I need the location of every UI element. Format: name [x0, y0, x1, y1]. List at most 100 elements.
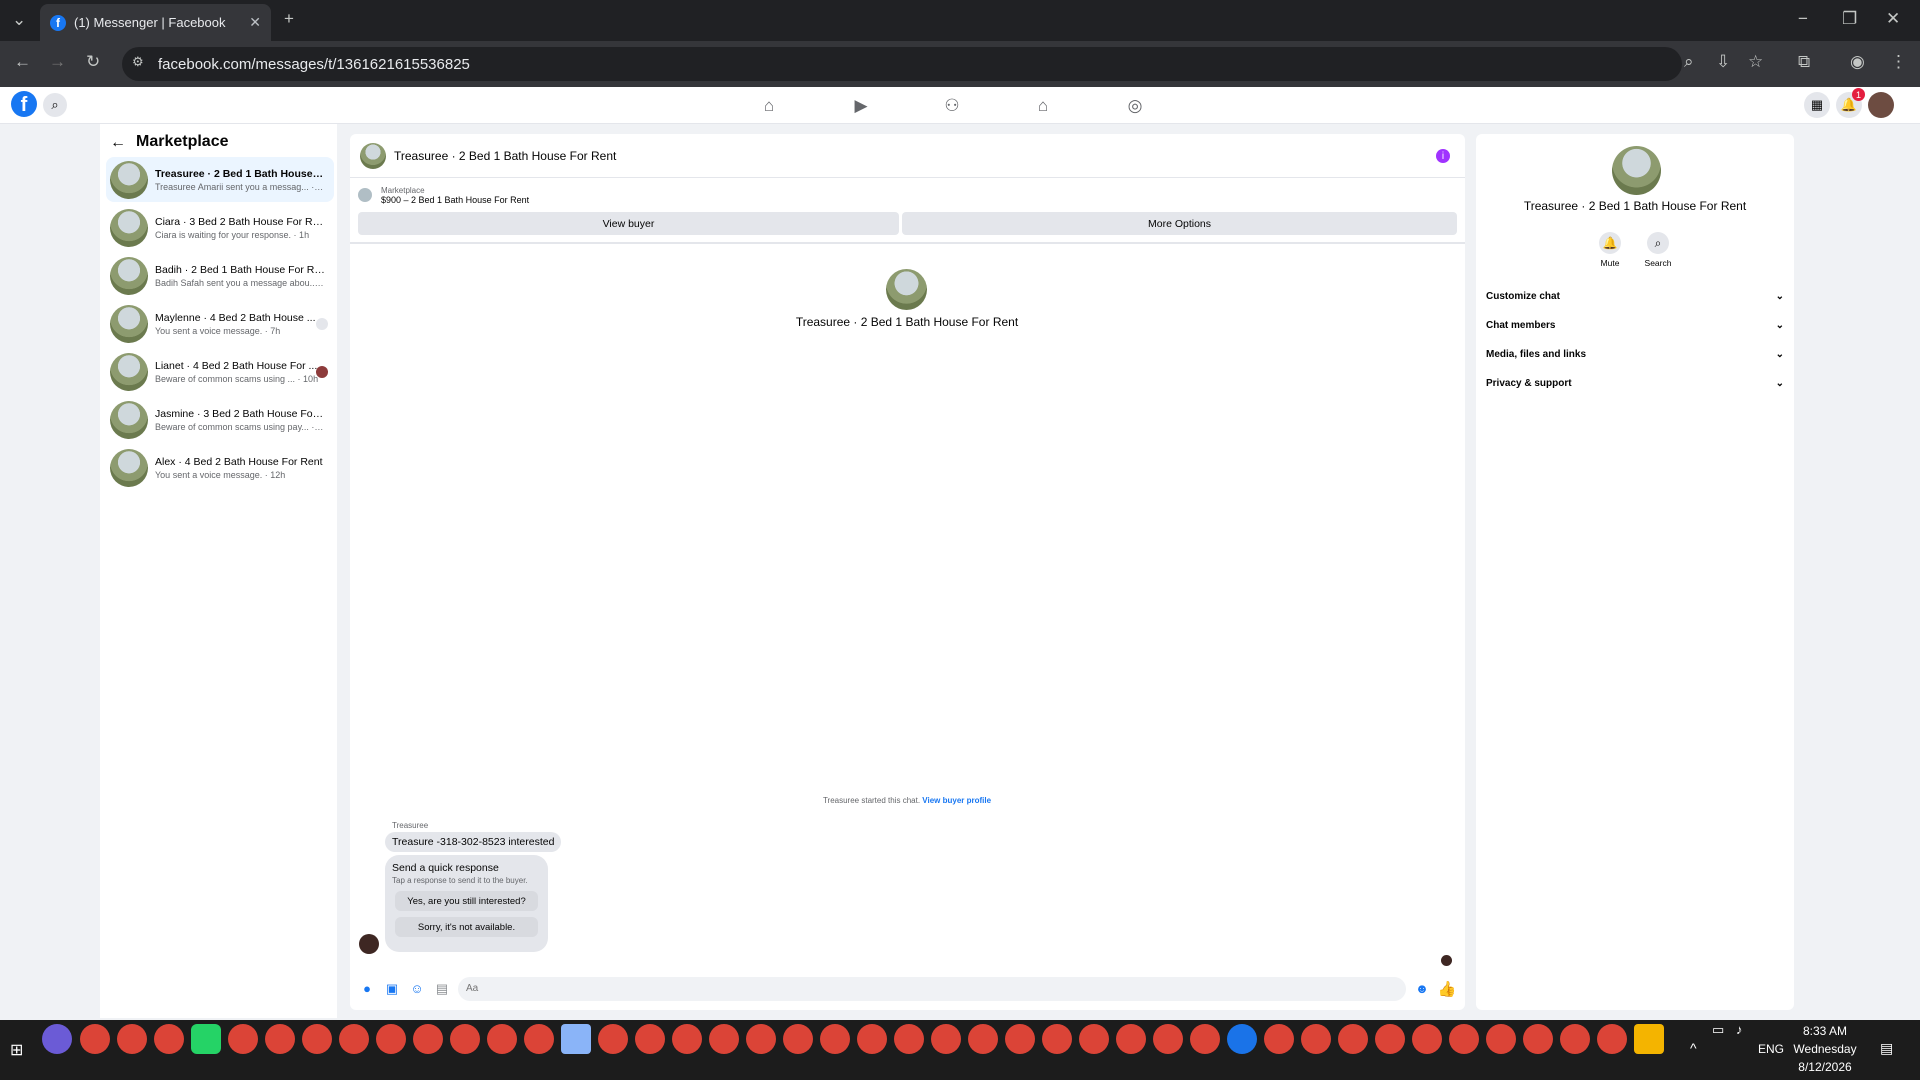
conversation-item-ciara[interactable]: Ciara · 3 Bed 2 Bath House For Rent Ciar… [106, 205, 334, 250]
zoom-icon[interactable]: ⌕ [1684, 52, 1694, 72]
friends-icon[interactable]: ⚇ [940, 94, 964, 118]
chrome-taskbar-icon[interactable] [1264, 1024, 1294, 1054]
chrome-taskbar-icon[interactable] [1005, 1024, 1035, 1054]
like-thumb-icon[interactable]: 👍 [1438, 981, 1457, 998]
gif-icon[interactable]: ▤ [434, 981, 450, 997]
chrome-taskbar-icon[interactable] [783, 1024, 813, 1054]
file-explorer-icon[interactable] [1634, 1024, 1664, 1054]
chrome-taskbar-icon[interactable] [746, 1024, 776, 1054]
chrome-taskbar-icon[interactable] [635, 1024, 665, 1054]
marketplace-listing-strip[interactable]: Marketplace $900 – 2 Bed 1 Bath House Fo… [358, 182, 1458, 208]
conversation-item-alex[interactable]: Alex · 4 Bed 2 Bath House For Rent You s… [106, 445, 334, 490]
chrome-taskbar-icon[interactable] [1523, 1024, 1553, 1054]
windows-start-icon[interactable]: ⊞ [10, 1040, 28, 1059]
chrome-taskbar-icon[interactable] [524, 1024, 554, 1054]
chrome-taskbar-icon[interactable] [1338, 1024, 1368, 1054]
copilot-icon[interactable] [42, 1024, 72, 1054]
mute-bell-icon[interactable]: 🔔 [1599, 232, 1621, 254]
tab-search-icon[interactable]: ⌄ [12, 10, 26, 30]
chrome-taskbar-icon[interactable] [228, 1024, 258, 1054]
close-tab-icon[interactable]: ✕ [249, 14, 261, 31]
photo-icon[interactable]: ▣ [384, 981, 400, 997]
browser-tab[interactable]: f (1) Messenger | Facebook ✕ [40, 4, 271, 41]
chat-members-section[interactable]: Chat members ⌄ [1484, 316, 1786, 334]
chrome-taskbar-icon[interactable] [857, 1024, 887, 1054]
microphone-icon[interactable]: ● [359, 981, 375, 997]
reload-icon[interactable]: ↻ [86, 52, 100, 72]
back-icon[interactable]: ← [14, 52, 31, 72]
chrome-taskbar-icon[interactable] [1116, 1024, 1146, 1054]
home-icon[interactable]: ⌂ [757, 94, 781, 118]
view-buyer-button[interactable]: View buyer [358, 212, 899, 235]
chrome-taskbar-icon[interactable] [302, 1024, 332, 1054]
chrome-taskbar-icon[interactable] [931, 1024, 961, 1054]
conversation-item-maylenne[interactable]: Maylenne · 4 Bed 2 Bath House ... You se… [106, 301, 334, 346]
back-arrow-icon[interactable]: ← [110, 134, 126, 152]
chrome-taskbar-icon[interactable] [1190, 1024, 1220, 1054]
quick-response-sorry-button[interactable]: Sorry, it's not available. [395, 917, 538, 937]
chrome-taskbar-icon[interactable] [1042, 1024, 1072, 1054]
conversation-item-badih[interactable]: Badih · 2 Bed 1 Bath House For Rent Badi… [106, 253, 334, 298]
chrome-taskbar-icon[interactable] [154, 1024, 184, 1054]
clock-day[interactable]: Wednesday [1790, 1042, 1860, 1056]
chrome-taskbar-icon[interactable] [339, 1024, 369, 1054]
chrome-taskbar-icon[interactable] [1079, 1024, 1109, 1054]
new-tab-icon[interactable]: + [284, 9, 294, 29]
chrome-taskbar-icon[interactable] [80, 1024, 110, 1054]
site-info-icon[interactable]: ⚙ [132, 54, 144, 70]
chrome-taskbar-icon[interactable] [1597, 1024, 1627, 1054]
profile-icon[interactable]: ◉ [1850, 52, 1865, 72]
chrome-taskbar-icon[interactable] [450, 1024, 480, 1054]
forward-icon[interactable]: → [49, 52, 66, 72]
chrome-taskbar-icon[interactable] [487, 1024, 517, 1054]
window-close-icon[interactable]: ✕ [1886, 9, 1900, 29]
conversation-item-treasuree[interactable]: Treasuree · 2 Bed 1 Bath House For... Tr… [106, 157, 334, 202]
edge-icon[interactable] [1227, 1024, 1257, 1054]
menu-grid-icon[interactable]: ▦ [1804, 92, 1830, 118]
video-icon[interactable]: ▶ [849, 94, 873, 118]
clock-time[interactable]: 8:33 AM [1790, 1024, 1860, 1038]
show-hidden-icons-icon[interactable]: ^ [1690, 1040, 1697, 1056]
groups-icon[interactable]: ◎ [1123, 94, 1147, 118]
volume-icon[interactable]: ♪ [1736, 1022, 1743, 1037]
notepad-icon[interactable] [561, 1024, 591, 1054]
clock-date[interactable]: 8/12/2026 [1790, 1060, 1860, 1074]
chrome-taskbar-icon[interactable] [1560, 1024, 1590, 1054]
quick-response-yes-button[interactable]: Yes, are you still interested? [395, 891, 538, 911]
media-files-links-section[interactable]: Media, files and links ⌄ [1484, 345, 1786, 363]
conversation-item-jasmine[interactable]: Jasmine · 3 Bed 2 Bath House For ... Bew… [106, 397, 334, 442]
whatsapp-icon[interactable] [191, 1024, 221, 1054]
view-buyer-profile-link[interactable]: View buyer profile [922, 796, 991, 805]
facebook-logo-icon[interactable]: f [11, 91, 37, 117]
sticker-icon[interactable]: ☺ [409, 981, 425, 997]
search-icon[interactable]: ⌕ [43, 93, 67, 117]
chrome-taskbar-icon[interactable] [820, 1024, 850, 1054]
chrome-taskbar-icon[interactable] [376, 1024, 406, 1054]
notification-center-icon[interactable]: ▤ [1880, 1040, 1893, 1057]
chrome-taskbar-icon[interactable] [1486, 1024, 1516, 1054]
menu-icon[interactable]: ⋮ [1890, 52, 1907, 72]
chrome-taskbar-icon[interactable] [413, 1024, 443, 1054]
minimize-icon[interactable]: − [1798, 9, 1808, 29]
chrome-taskbar-icon[interactable] [1153, 1024, 1183, 1054]
chrome-taskbar-icon[interactable] [1412, 1024, 1442, 1054]
search-in-chat-icon[interactable]: ⌕ [1647, 232, 1669, 254]
chrome-taskbar-icon[interactable] [117, 1024, 147, 1054]
conversation-item-lianet[interactable]: Lianet · 4 Bed 2 Bath House For ... Bewa… [106, 349, 334, 394]
chrome-taskbar-icon[interactable] [1449, 1024, 1479, 1054]
network-icon[interactable]: ▭ [1712, 1022, 1724, 1038]
chat-header[interactable]: Treasuree · 2 Bed 1 Bath House For Rent [350, 134, 1465, 178]
bookmark-star-icon[interactable]: ☆ [1748, 52, 1763, 72]
language-indicator[interactable]: ENG [1758, 1042, 1784, 1056]
install-app-icon[interactable]: ⇩ [1716, 52, 1730, 72]
chrome-taskbar-icon[interactable] [598, 1024, 628, 1054]
chrome-taskbar-icon[interactable] [1301, 1024, 1331, 1054]
chrome-taskbar-icon[interactable] [265, 1024, 295, 1054]
chrome-taskbar-icon[interactable] [709, 1024, 739, 1054]
customize-chat-section[interactable]: Customize chat ⌄ [1484, 287, 1786, 305]
more-options-button[interactable]: More Options [902, 212, 1457, 235]
chrome-taskbar-icon[interactable] [968, 1024, 998, 1054]
chrome-taskbar-icon[interactable] [894, 1024, 924, 1054]
extensions-icon[interactable]: ⧉ [1798, 52, 1810, 72]
privacy-support-section[interactable]: Privacy & support ⌄ [1484, 374, 1786, 392]
